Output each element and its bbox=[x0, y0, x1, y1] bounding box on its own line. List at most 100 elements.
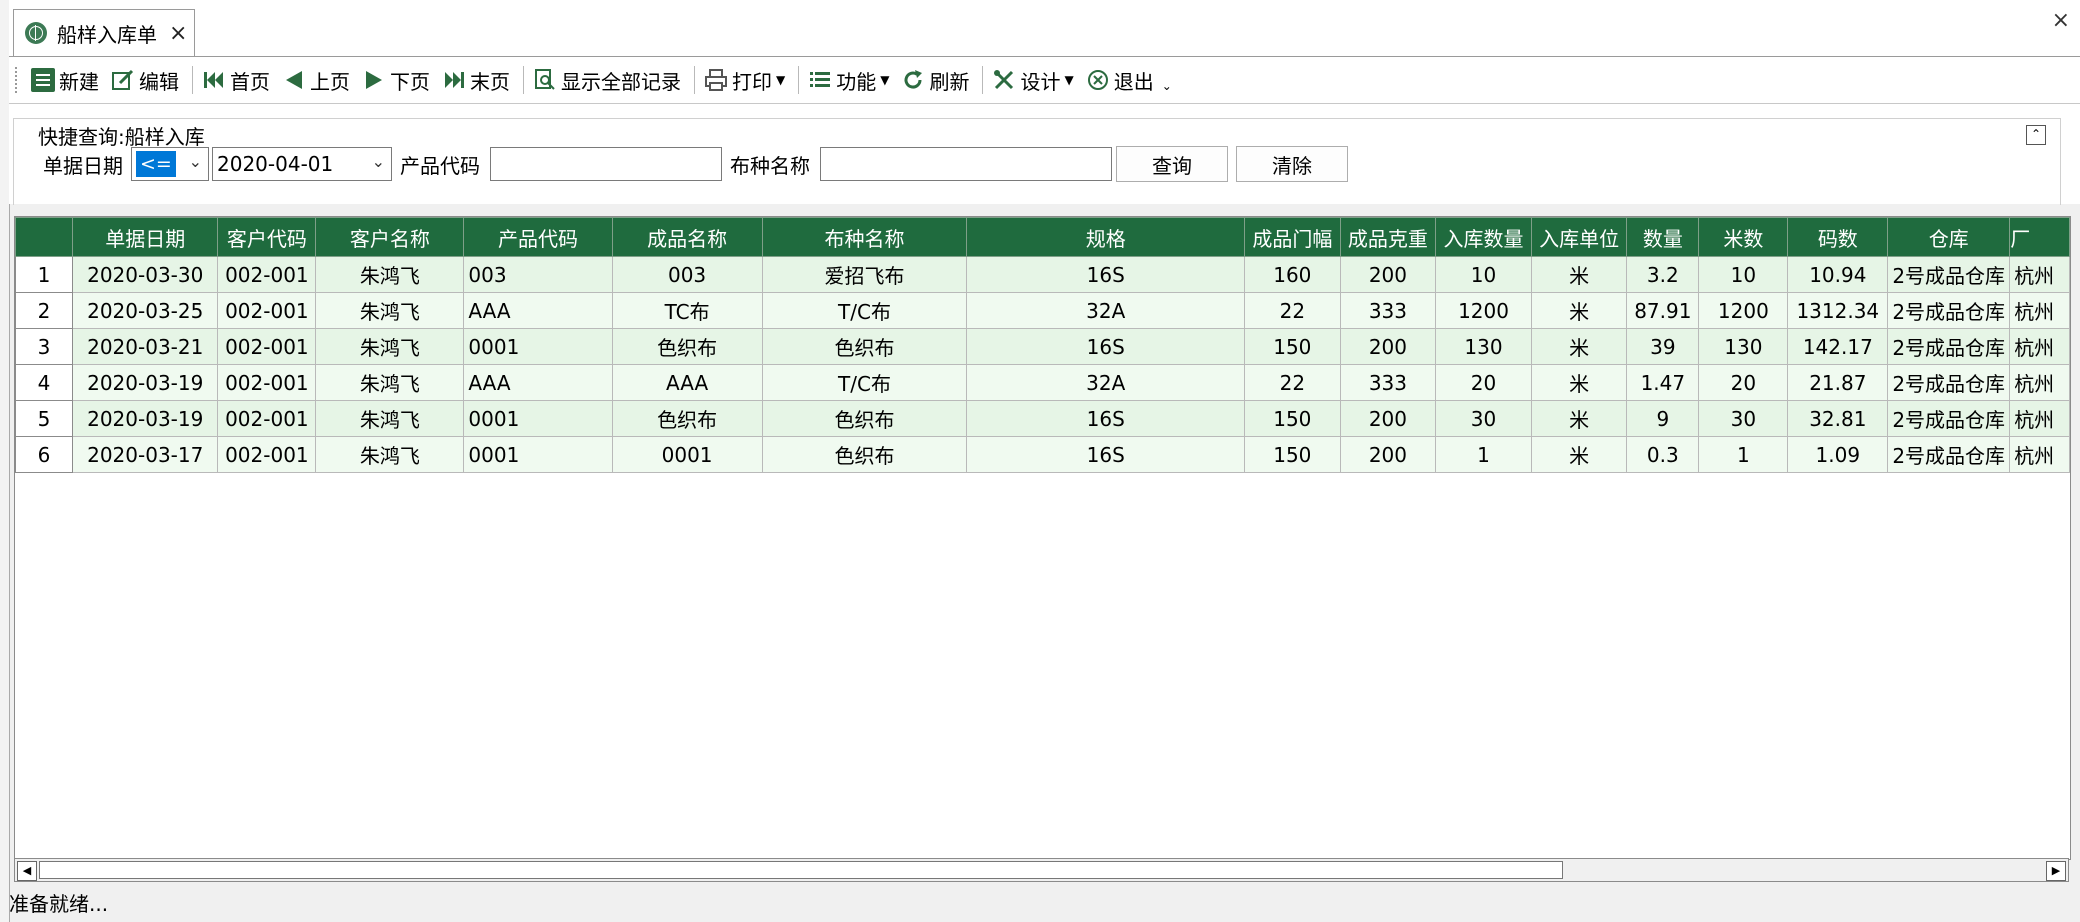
refresh-button[interactable]: 刷新 bbox=[897, 60, 973, 100]
column-header[interactable]: 码数 bbox=[1787, 217, 1889, 257]
table-cell[interactable]: 200 bbox=[1339, 400, 1437, 437]
table-cell[interactable]: 002-001 bbox=[217, 328, 317, 365]
table-cell[interactable]: 色织布 bbox=[611, 328, 763, 365]
collapse-icon[interactable]: ⌃ bbox=[2026, 125, 2046, 145]
horizontal-scrollbar[interactable]: ◀ ▶ bbox=[14, 858, 2069, 882]
column-header[interactable]: 入库数量 bbox=[1435, 217, 1532, 257]
table-cell[interactable]: T/C布 bbox=[761, 292, 968, 329]
table-cell[interactable]: 1200 bbox=[1435, 292, 1532, 329]
table-cell[interactable]: 2号成品仓库 bbox=[1887, 364, 2011, 401]
table-cell[interactable]: 朱鸿飞 bbox=[315, 292, 465, 329]
table-cell[interactable]: AAA bbox=[611, 364, 763, 401]
table-row[interactable]: 5 2020-03-19 002-001 朱鸿飞 0001 色织布 色织布 16S 150 200… bbox=[15, 400, 2070, 437]
new-button[interactable]: 新建 bbox=[27, 60, 103, 100]
table-cell[interactable]: 米 bbox=[1530, 292, 1628, 329]
table-cell[interactable]: 2020-03-21 bbox=[72, 328, 219, 365]
table-cell[interactable]: 朱鸿飞 bbox=[315, 400, 465, 437]
table-cell[interactable]: 色织布 bbox=[611, 400, 763, 437]
table-cell[interactable]: 杭州 bbox=[2009, 436, 2070, 473]
table-cell[interactable]: 20 bbox=[1698, 364, 1789, 401]
table-cell[interactable]: 200 bbox=[1339, 256, 1437, 293]
cloth-name-input[interactable] bbox=[820, 147, 1112, 181]
table-cell[interactable]: 003 bbox=[611, 256, 763, 293]
table-cell[interactable]: 2号成品仓库 bbox=[1887, 400, 2011, 437]
table-cell[interactable]: 002-001 bbox=[217, 364, 317, 401]
window-close-icon[interactable]: × bbox=[2052, 8, 2070, 33]
table-cell[interactable]: 16S bbox=[966, 400, 1246, 437]
show-all-records-button[interactable]: 显示全部记录 bbox=[529, 60, 685, 100]
table-cell[interactable]: 333 bbox=[1339, 292, 1437, 329]
table-cell[interactable]: 1 bbox=[1698, 436, 1789, 473]
table-cell[interactable]: 0001 bbox=[463, 400, 613, 437]
table-cell[interactable]: 杭州 bbox=[2009, 364, 2070, 401]
table-cell[interactable]: 色织布 bbox=[761, 328, 968, 365]
table-cell[interactable]: 32.81 bbox=[1787, 400, 1889, 437]
table-cell[interactable]: 朱鸿飞 bbox=[315, 364, 465, 401]
column-header[interactable]: 成品克重 bbox=[1339, 217, 1437, 257]
tab-ship-sample-inbound[interactable]: 船样入库单 × bbox=[13, 9, 195, 56]
column-header[interactable]: 数量 bbox=[1626, 217, 1700, 257]
table-cell[interactable]: 002-001 bbox=[217, 256, 317, 293]
table-cell[interactable]: 9 bbox=[1626, 400, 1700, 437]
table-cell[interactable]: 002-001 bbox=[217, 292, 317, 329]
last-page-button[interactable]: 末页 bbox=[438, 60, 514, 100]
table-cell[interactable]: 21.87 bbox=[1787, 364, 1889, 401]
table-cell[interactable]: 1312.34 bbox=[1787, 292, 1889, 329]
column-header[interactable]: 规格 bbox=[966, 217, 1246, 257]
table-cell[interactable]: 32A bbox=[966, 292, 1246, 329]
exit-button[interactable]: 退出 bbox=[1082, 60, 1158, 100]
table-cell[interactable]: 32A bbox=[966, 364, 1246, 401]
table-cell[interactable]: 爱招飞布 bbox=[761, 256, 968, 293]
table-cell[interactable]: 150 bbox=[1244, 328, 1341, 365]
column-header[interactable]: 单据日期 bbox=[72, 217, 219, 257]
search-button[interactable]: 查询 bbox=[1116, 146, 1228, 182]
table-cell[interactable]: 3.2 bbox=[1626, 256, 1700, 293]
table-cell[interactable]: T/C布 bbox=[761, 364, 968, 401]
table-cell[interactable]: 0001 bbox=[611, 436, 763, 473]
edit-button[interactable]: 编辑 bbox=[107, 60, 183, 100]
table-cell[interactable]: 1.09 bbox=[1787, 436, 1889, 473]
table-cell[interactable]: 米 bbox=[1530, 364, 1628, 401]
table-cell[interactable]: 002-001 bbox=[217, 436, 317, 473]
table-cell[interactable]: 1200 bbox=[1698, 292, 1789, 329]
table-cell[interactable]: 1 bbox=[1435, 436, 1532, 473]
table-cell[interactable]: 米 bbox=[1530, 400, 1628, 437]
next-page-button[interactable]: 下页 bbox=[358, 60, 434, 100]
table-row[interactable]: 6 2020-03-17 002-001 朱鸿飞 0001 0001 色织布 16S 150 20… bbox=[15, 436, 2070, 473]
row-number[interactable]: 3 bbox=[15, 328, 74, 365]
table-cell[interactable]: 2号成品仓库 bbox=[1887, 292, 2011, 329]
table-cell[interactable]: 2020-03-30 bbox=[72, 256, 219, 293]
column-header[interactable]: 米数 bbox=[1698, 217, 1789, 257]
first-page-button[interactable]: 首页 bbox=[198, 60, 274, 100]
table-cell[interactable]: 20 bbox=[1435, 364, 1532, 401]
column-header[interactable]: 布种名称 bbox=[761, 217, 968, 257]
table-cell[interactable]: 16S bbox=[966, 436, 1246, 473]
table-cell[interactable]: 003 bbox=[463, 256, 613, 293]
scroll-right-icon[interactable]: ▶ bbox=[2046, 861, 2066, 881]
table-cell[interactable]: 色织布 bbox=[761, 436, 968, 473]
table-cell[interactable]: 30 bbox=[1698, 400, 1789, 437]
table-cell[interactable]: 002-001 bbox=[217, 400, 317, 437]
table-cell[interactable]: 87.91 bbox=[1626, 292, 1700, 329]
table-cell[interactable]: 130 bbox=[1435, 328, 1532, 365]
table-cell[interactable]: 16S bbox=[966, 256, 1246, 293]
table-cell[interactable]: 22 bbox=[1244, 292, 1341, 329]
column-header[interactable]: 厂 bbox=[2009, 217, 2070, 257]
column-header[interactable]: 客户代码 bbox=[217, 217, 317, 257]
table-cell[interactable]: 朱鸿飞 bbox=[315, 436, 465, 473]
scroll-left-icon[interactable]: ◀ bbox=[17, 861, 37, 881]
table-cell[interactable]: 30 bbox=[1435, 400, 1532, 437]
table-cell[interactable]: 0001 bbox=[463, 436, 613, 473]
table-cell[interactable]: AAA bbox=[463, 364, 613, 401]
table-row[interactable]: 2 2020-03-25 002-001 朱鸿飞 AAA TC布 T/C布 32A 22 333 1… bbox=[15, 292, 2070, 329]
product-code-input[interactable] bbox=[490, 147, 722, 181]
column-header[interactable]: 客户名称 bbox=[315, 217, 465, 257]
table-cell[interactable]: 142.17 bbox=[1787, 328, 1889, 365]
table-cell[interactable]: 16S bbox=[966, 328, 1246, 365]
date-operator-select[interactable]: <= ⌄ bbox=[131, 147, 209, 181]
table-cell[interactable]: 2号成品仓库 bbox=[1887, 436, 2011, 473]
table-cell[interactable]: 2号成品仓库 bbox=[1887, 256, 2011, 293]
table-cell[interactable]: 2020-03-25 bbox=[72, 292, 219, 329]
row-number[interactable]: 2 bbox=[15, 292, 74, 329]
column-header[interactable]: 成品门幅 bbox=[1244, 217, 1341, 257]
